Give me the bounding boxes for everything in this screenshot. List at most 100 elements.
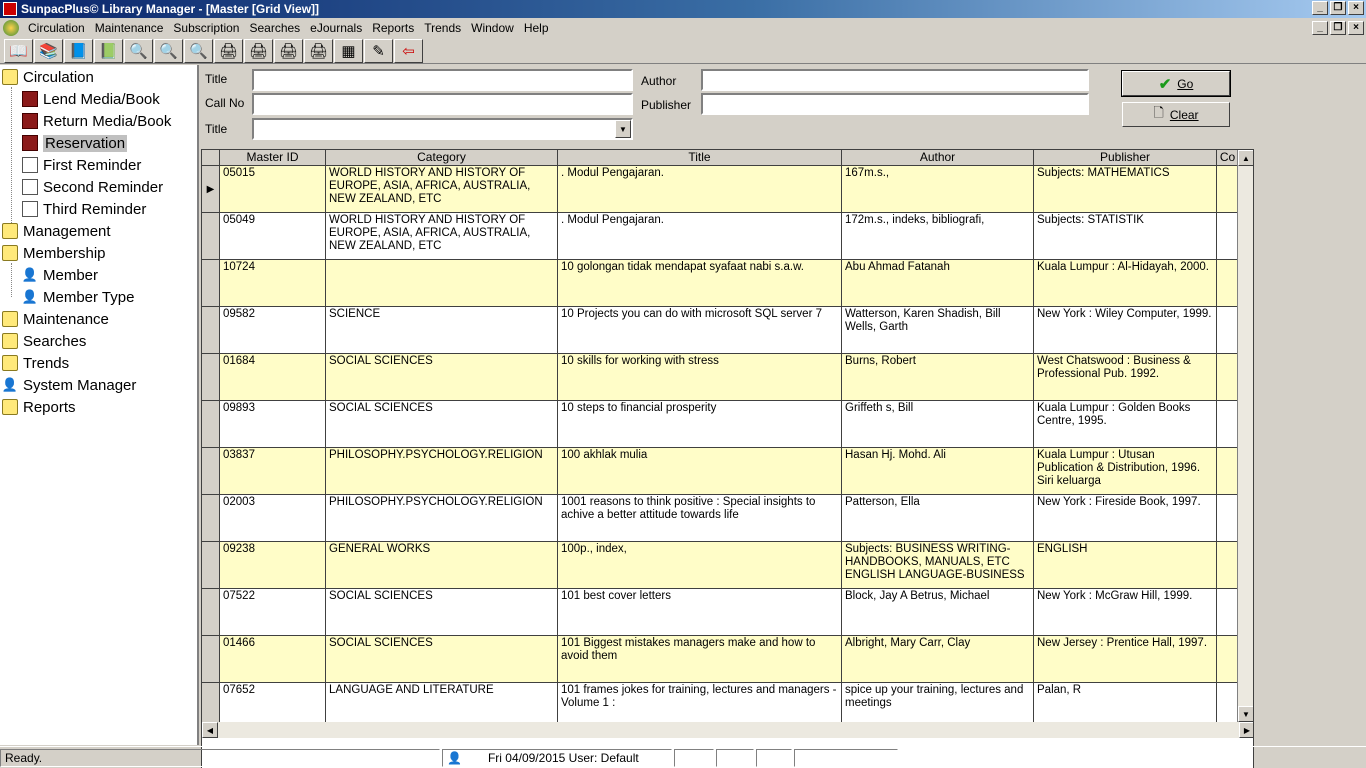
co-cell[interactable] (1217, 401, 1239, 448)
title-cell[interactable]: 101 frames jokes for training, lectures … (558, 683, 842, 722)
table-row[interactable]: 07652 LANGUAGE AND LITERATURE 101 frames j… (202, 683, 1239, 722)
mdi-child-icon[interactable] (3, 20, 19, 36)
callno-input[interactable] (252, 93, 633, 115)
tree-trends[interactable]: Trends (2, 352, 69, 374)
master-id-cell[interactable]: 02003 (220, 495, 326, 542)
author-cell[interactable]: spice up your training, lectures and mee… (842, 683, 1034, 722)
title-cell[interactable]: 1001 reasons to think positive : Special… (558, 495, 842, 542)
minimize-button[interactable]: _ (1312, 1, 1328, 15)
search-author-icon[interactable]: 🔍 (154, 38, 183, 63)
horizontal-scrollbar[interactable]: ◀ ▶ (202, 722, 1253, 738)
master-id-cell[interactable]: 03837 (220, 448, 326, 495)
table-row[interactable]: 03837 PHILOSOPHY.PSYCHOLOGY.RELIGION 100 a… (202, 448, 1239, 495)
author-cell[interactable]: Subjects: BUSINESS WRITING-HANDBOOKS, MA… (842, 542, 1034, 589)
master-id-cell[interactable]: 01466 (220, 636, 326, 683)
printer-icon[interactable]: 🖨 (214, 38, 243, 63)
row-selector[interactable] (202, 683, 220, 722)
row-selector[interactable] (202, 495, 220, 542)
publisher-cell[interactable]: Subjects: MATHEMATICS (1034, 166, 1217, 213)
menu-maintenance[interactable]: Maintenance (90, 21, 169, 35)
title-cell[interactable]: 101 Biggest mistakes managers make and h… (558, 636, 842, 683)
tree-maintenance[interactable]: Maintenance (2, 308, 109, 330)
row-selector[interactable] (202, 542, 220, 589)
menu-help[interactable]: Help (519, 21, 554, 35)
publisher-cell[interactable]: Kuala Lumpur : Golden Books Centre, 1995… (1034, 401, 1217, 448)
category-cell[interactable]: SOCIAL SCIENCES (326, 401, 558, 448)
scroll-up-icon[interactable]: ▲ (1238, 150, 1253, 166)
title-cell[interactable]: 10 golongan tidak mendapat syafaat nabi … (558, 260, 842, 307)
co-cell[interactable] (1217, 307, 1239, 354)
category-cell[interactable]: SOCIAL SCIENCES (326, 589, 558, 636)
tree-system-manager[interactable]: 👤 System Manager (2, 374, 136, 396)
master-id-cell[interactable]: 10724 (220, 260, 326, 307)
row-selector[interactable] (202, 354, 220, 401)
close-button[interactable]: × (1348, 1, 1364, 15)
tree-first-reminder[interactable]: First Reminder (22, 154, 141, 176)
tree-member[interactable]: 👤 Member (22, 264, 98, 286)
co-cell[interactable] (1217, 354, 1239, 401)
current-row-indicator-icon[interactable]: ▶ (202, 166, 220, 213)
publisher-cell[interactable]: Palan, R (1034, 683, 1217, 722)
tree-return-media-book[interactable]: Return Media/Book (22, 110, 171, 132)
title-select[interactable]: ▼ (252, 118, 633, 140)
author-cell[interactable]: 167m.s., (842, 166, 1034, 213)
master-id-cell[interactable]: 09582 (220, 307, 326, 354)
category-cell[interactable]: LANGUAGE AND LITERATURE (326, 683, 558, 722)
category-cell[interactable]: SOCIAL SCIENCES (326, 354, 558, 401)
master-id-cell[interactable]: 09238 (220, 542, 326, 589)
column-header-author[interactable]: Author (842, 150, 1034, 166)
tools-icon[interactable]: ✎ (364, 38, 393, 63)
scroll-left-icon[interactable]: ◀ (202, 722, 218, 738)
calculator-icon[interactable]: ▦ (334, 38, 363, 63)
master-id-cell[interactable]: 05049 (220, 213, 326, 260)
return-icon[interactable]: 📚 (34, 38, 63, 63)
dropdown-arrow-icon[interactable]: ▼ (615, 120, 631, 138)
title-cell[interactable]: 10 steps to financial prosperity (558, 401, 842, 448)
co-cell[interactable] (1217, 683, 1239, 722)
scroll-right-icon[interactable]: ▶ (1239, 722, 1253, 738)
table-row[interactable]: 09893 SOCIAL SCIENCES 10 steps to financia… (202, 401, 1239, 448)
publisher-cell[interactable]: Kuala Lumpur : Utusan Publication & Dist… (1034, 448, 1217, 495)
category-cell[interactable]: WORLD HISTORY AND HISTORY OF EUROPE, ASI… (326, 166, 558, 213)
vertical-scrollbar[interactable]: ▲ ▼ (1237, 150, 1253, 722)
title-cell[interactable]: . Modul Pengajaran. (558, 166, 842, 213)
title-cell[interactable]: 100p., index, (558, 542, 842, 589)
book-icon[interactable]: 📗 (94, 38, 123, 63)
printer-3-icon[interactable]: 🖨 (274, 38, 303, 63)
title-cell[interactable]: 101 best cover letters (558, 589, 842, 636)
co-cell[interactable] (1217, 636, 1239, 683)
column-header-co[interactable]: Co (1217, 150, 1239, 166)
author-cell[interactable]: Burns, Robert (842, 354, 1034, 401)
publisher-cell[interactable]: Subjects: STATISTIK (1034, 213, 1217, 260)
publisher-cell[interactable]: Kuala Lumpur : Al-Hidayah, 2000. (1034, 260, 1217, 307)
printer-4-icon[interactable]: 🖨 (304, 38, 333, 63)
co-cell[interactable] (1217, 448, 1239, 495)
row-selector[interactable] (202, 448, 220, 495)
author-cell[interactable]: Abu Ahmad Fatanah (842, 260, 1034, 307)
co-cell[interactable] (1217, 589, 1239, 636)
publisher-input[interactable] (701, 93, 1089, 115)
master-id-cell[interactable]: 07522 (220, 589, 326, 636)
search-title-icon[interactable]: 🔍 (184, 38, 213, 63)
row-selector[interactable] (202, 401, 220, 448)
master-id-cell[interactable]: 05015 (220, 166, 326, 213)
menu-window[interactable]: Window (466, 21, 519, 35)
exit-icon[interactable]: ⇦ (394, 38, 423, 63)
co-cell[interactable] (1217, 260, 1239, 307)
co-cell[interactable] (1217, 166, 1239, 213)
row-selector[interactable] (202, 307, 220, 354)
category-cell[interactable]: GENERAL WORKS (326, 542, 558, 589)
author-cell[interactable]: Hasan Hj. Mohd. Ali (842, 448, 1034, 495)
table-row[interactable]: 02003 PHILOSOPHY.PSYCHOLOGY.RELIGION 1001 … (202, 495, 1239, 542)
search-icon[interactable]: 🔍 (124, 38, 153, 63)
mdi-restore-button[interactable]: ❐ (1330, 21, 1346, 35)
category-cell[interactable]: SOCIAL SCIENCES (326, 636, 558, 683)
tree-second-reminder[interactable]: Second Reminder (22, 176, 163, 198)
tree-reports[interactable]: Reports (2, 396, 76, 418)
menu-reports[interactable]: Reports (367, 21, 419, 35)
category-cell[interactable]: PHILOSOPHY.PSYCHOLOGY.RELIGION (326, 448, 558, 495)
table-row[interactable]: 10724 10 golongan tidak mendapat syafaat … (202, 260, 1239, 307)
column-header-master-id[interactable]: Master ID (220, 150, 326, 166)
master-id-cell[interactable]: 09893 (220, 401, 326, 448)
publisher-cell[interactable]: New York : McGraw Hill, 1999. (1034, 589, 1217, 636)
